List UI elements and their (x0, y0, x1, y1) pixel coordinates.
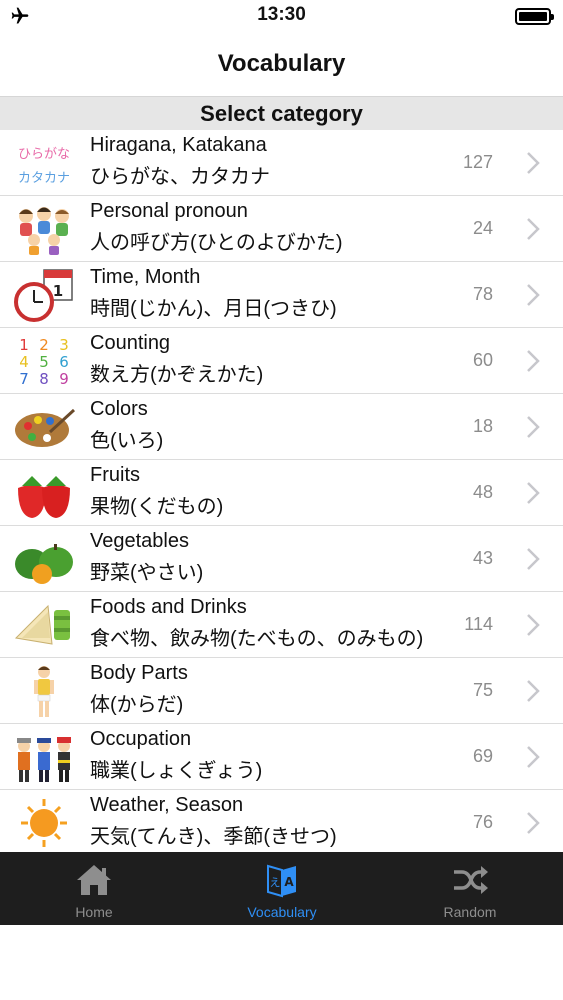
digit-text: 9 (59, 370, 69, 388)
digit-text: 2 (39, 336, 49, 354)
category-count: 114 (464, 614, 493, 634)
category-title: Fruits (90, 464, 140, 486)
vocab-ja-glyph: え (270, 876, 281, 889)
status-time: 13:30 (257, 4, 306, 25)
digit-text: 5 (39, 353, 49, 371)
category-count: 76 (472, 812, 493, 832)
tab-home[interactable]: Home (0, 852, 188, 925)
digit-text: 6 (59, 353, 69, 371)
sun-icon (12, 796, 76, 850)
category-row-body-parts[interactable]: Body Parts 体(からだ) 75 (0, 658, 563, 724)
category-count: 43 (472, 548, 493, 568)
tab-home-label: Home (75, 904, 113, 920)
category-count: 48 (472, 482, 493, 502)
category-list[interactable]: ひらがな カタカナ Hiragana, Katakana ひらがな、カタカナ 1… (0, 130, 563, 852)
category-row-foods-drinks[interactable]: Foods and Drinks 食べ物、飲み物(たべもの、のみもの) 114 (0, 592, 563, 658)
digit-text: 8 (39, 370, 49, 388)
category-subtitle: 色(いろ) (90, 430, 164, 452)
category-row-weather-season[interactable]: Weather, Season 天気(てんき)、季節(きせつ) 76 (0, 790, 563, 852)
category-row-time-month[interactable]: 1 Time, Month 時間(じかん)、月日(つきひ) 78 (0, 262, 563, 328)
numbers-icon: 1 2 3 4 5 6 7 8 9 (12, 334, 76, 388)
sandwich-can-icon (12, 598, 76, 652)
category-row-counting[interactable]: 1 2 3 4 5 6 7 8 9 Counting 数え方(かぞえかた) 60 (0, 328, 563, 394)
thumb-katakana-text: カタカナ (18, 171, 70, 186)
vocabulary-icon: え A (267, 864, 296, 898)
category-title: Personal pronoun (90, 200, 248, 222)
category-count: 18 (472, 416, 493, 436)
category-subtitle: 野菜(やさい) (90, 562, 204, 584)
hiragana-katakana-icon: ひらがな カタカナ (12, 136, 76, 190)
category-row-vegetables[interactable]: Vegetables 野菜(やさい) 43 (0, 526, 563, 592)
digit-text: 7 (19, 370, 29, 388)
chevron-right-icon (527, 416, 540, 438)
workers-icon (12, 730, 76, 784)
category-subtitle: 職業(しょくぎょう) (90, 760, 263, 782)
category-title: Colors (90, 398, 148, 420)
chevron-right-icon (527, 350, 540, 372)
chevron-right-icon (527, 548, 540, 570)
category-row-personal-pronoun[interactable]: Personal pronoun 人の呼び方(ひとのよびかた) 24 (0, 196, 563, 262)
digit-text: 1 (19, 336, 29, 354)
tab-vocabulary[interactable]: え A Vocabulary (188, 852, 376, 925)
family-icon (12, 202, 76, 256)
chevron-right-icon (527, 284, 540, 306)
category-title: Foods and Drinks (90, 596, 247, 618)
section-header: Select category (0, 96, 563, 130)
tab-random-label: Random (443, 904, 497, 920)
digit-text: 3 (59, 336, 69, 354)
category-row-hiragana-katakana[interactable]: ひらがな カタカナ Hiragana, Katakana ひらがな、カタカナ 1… (0, 130, 563, 196)
paint-palette-icon (12, 400, 76, 454)
body-figure-icon (12, 664, 76, 718)
category-subtitle: 人の呼び方(ひとのよびかた) (90, 232, 343, 254)
category-row-occupation[interactable]: Occupation 職業(しょくぎょう) 69 (0, 724, 563, 790)
category-title: Hiragana, Katakana (90, 134, 267, 156)
section-header-label: Select category (200, 101, 363, 126)
category-count: 69 (472, 746, 493, 766)
battery-icon (515, 8, 554, 25)
category-title: Counting (90, 332, 171, 354)
clock-calendar-icon: 1 (12, 268, 76, 322)
vocab-en-glyph: A (284, 875, 294, 889)
category-subtitle: 食べ物、飲み物(たべもの、のみもの) (90, 628, 424, 650)
chevron-right-icon (527, 614, 540, 636)
category-row-colors[interactable]: Colors 色(いろ) 18 (0, 394, 563, 460)
category-count: 78 (472, 284, 493, 304)
tab-bar: Home え A Vocabulary Random (0, 852, 563, 925)
navigation-bar: Vocabulary (0, 32, 563, 96)
category-title: Occupation (90, 728, 192, 750)
category-subtitle: 天気(てんき)、季節(きせつ) (90, 826, 337, 848)
category-title: Vegetables (90, 530, 189, 552)
category-subtitle: ひらがな、カタカナ (90, 166, 270, 188)
tab-random[interactable]: Random (376, 852, 563, 925)
category-row-fruits[interactable]: Fruits 果物(くだもの) 48 (0, 460, 563, 526)
category-title: Body Parts (90, 662, 188, 684)
chevron-right-icon (527, 680, 540, 702)
category-subtitle: 体(からだ) (90, 694, 184, 716)
calendar-day-text: 1 (53, 282, 63, 300)
tab-vocabulary-label: Vocabulary (247, 904, 317, 920)
category-count: 127 (462, 152, 493, 172)
category-count: 24 (472, 218, 493, 238)
chevron-right-icon (527, 482, 540, 504)
home-icon (77, 865, 111, 895)
shuffle-icon (454, 866, 488, 894)
thumb-hiragana-text: ひらがな (18, 147, 70, 162)
category-subtitle: 数え方(かぞえかた) (90, 364, 264, 386)
chevron-right-icon (527, 152, 540, 174)
strawberry-icon (12, 466, 76, 520)
category-subtitle: 果物(くだもの) (90, 496, 224, 518)
digit-text: 4 (19, 353, 29, 371)
status-bar: 13:30 (0, 0, 563, 32)
chevron-right-icon (527, 746, 540, 768)
empty-area (0, 925, 563, 1000)
category-title: Weather, Season (90, 794, 244, 816)
chevron-right-icon (527, 218, 540, 240)
page-title: Vocabulary (217, 50, 346, 77)
category-title: Time, Month (90, 266, 201, 288)
pumpkin-icon (12, 532, 76, 586)
category-count: 60 (472, 350, 493, 370)
chevron-right-icon (527, 812, 540, 834)
category-subtitle: 時間(じかん)、月日(つきひ) (90, 298, 337, 320)
category-count: 75 (472, 680, 493, 700)
